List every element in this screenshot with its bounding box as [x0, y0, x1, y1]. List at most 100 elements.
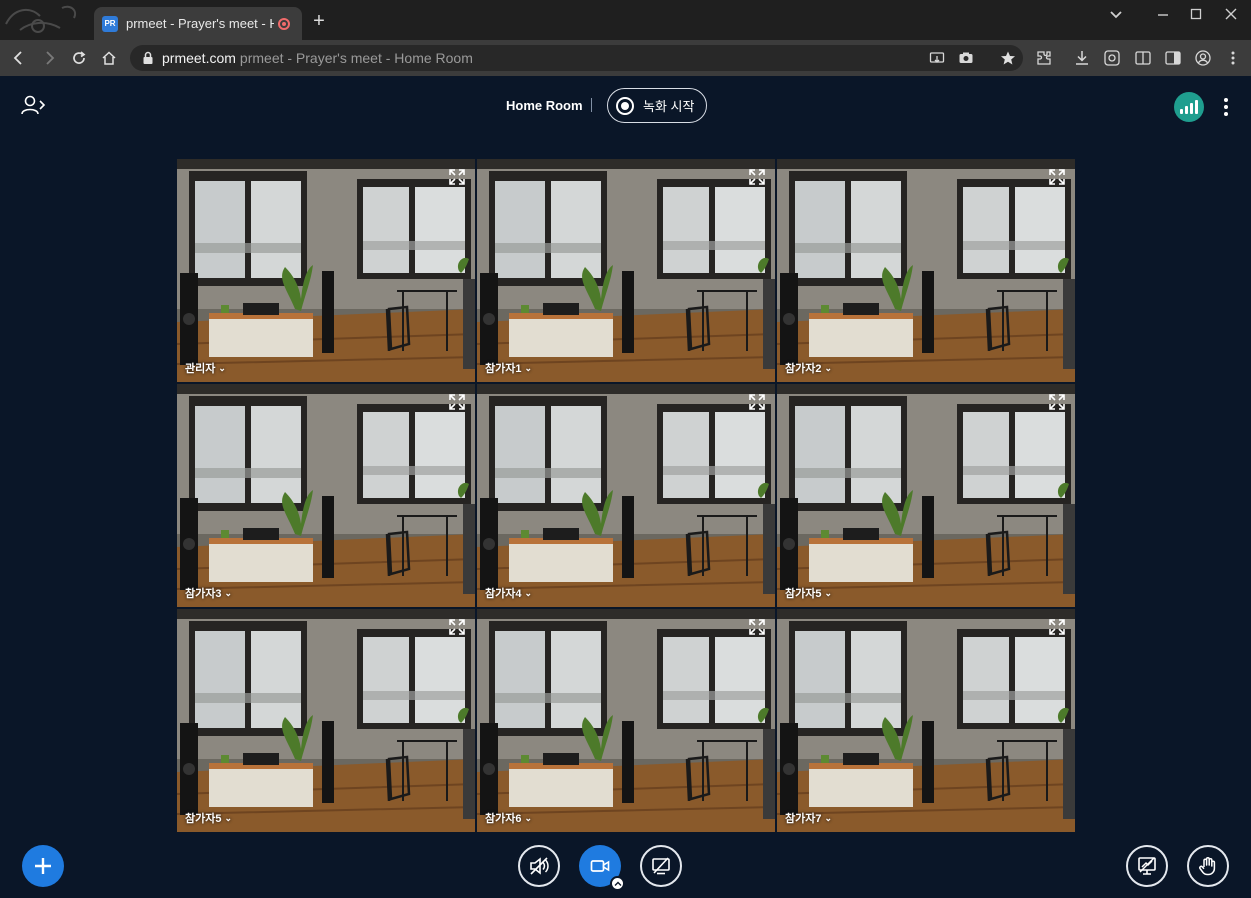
more-options-icon[interactable] [1220, 96, 1232, 118]
participant-name: 참가자5 [185, 813, 222, 825]
chevron-down-icon: ⌄ [824, 812, 833, 823]
fullscreen-icon[interactable] [1047, 167, 1067, 187]
participant-video [177, 384, 475, 607]
chevron-down-icon: ⌄ [224, 812, 233, 823]
participant-name: 참가자6 [485, 813, 522, 825]
participant-name: 참가자3 [185, 588, 222, 600]
fullscreen-icon[interactable] [447, 167, 467, 187]
bookmark-star-icon[interactable] [1000, 50, 1016, 66]
participant-name-dropdown[interactable]: 참가자3 ⌄ [185, 585, 232, 601]
url-page-title: prmeet - Prayer's meet - Home Room [239, 50, 473, 66]
participant-name: 참가자4 [485, 588, 522, 600]
tab-recording-icon [278, 17, 290, 30]
participant-name-dropdown[interactable]: 참가자6 ⌄ [485, 810, 532, 826]
title-divider [591, 98, 592, 112]
participant-name: 참가자5 [785, 588, 822, 600]
participants-toggle-icon[interactable] [20, 94, 46, 116]
room-title: Home Room [506, 98, 583, 113]
participant-name-dropdown[interactable]: 참가자5 ⌄ [185, 810, 232, 826]
side-panel-icon[interactable] [1164, 49, 1182, 67]
tab-strip-decoration [5, 5, 76, 33]
video-tile[interactable]: 참가자6 ⌄ [477, 609, 775, 832]
connection-quality-icon[interactable] [1174, 92, 1204, 122]
participant-video [477, 609, 775, 832]
video-tile[interactable]: 참가자5 ⌄ [177, 609, 475, 832]
extensions-icon[interactable] [1035, 49, 1053, 67]
participant-video [177, 609, 475, 832]
forward-icon[interactable] [38, 47, 60, 69]
participant-name: 참가자1 [485, 363, 522, 375]
participant-video [477, 384, 775, 607]
site-favicon: PR [102, 15, 118, 32]
video-tile[interactable]: 참가자7 ⌄ [777, 609, 1075, 832]
video-tile[interactable]: 관리자 ⌄ [177, 159, 475, 382]
raise-hand-icon [1199, 857, 1216, 876]
chevron-down-icon: ⌄ [524, 362, 533, 373]
video-tile[interactable]: 참가자1 ⌄ [477, 159, 775, 382]
video-tile[interactable]: 참가자3 ⌄ [177, 384, 475, 607]
participant-name: 참가자2 [785, 363, 822, 375]
presentation-icon [1138, 857, 1156, 875]
participant-name-dropdown[interactable]: 참가자2 ⌄ [785, 360, 832, 376]
screen-share-off-icon [652, 857, 670, 875]
address-bar[interactable]: prmeet.com prmeet - Prayer's meet - Home… [130, 45, 1023, 71]
chevron-down-icon: ⌄ [824, 587, 833, 598]
participant-name: 참가자7 [785, 813, 822, 825]
participant-name-dropdown[interactable]: 관리자 ⌄ [185, 360, 226, 376]
participant-video [477, 159, 775, 382]
lock-icon [143, 51, 153, 64]
fullscreen-icon[interactable] [747, 167, 767, 187]
reload-icon[interactable] [68, 47, 90, 69]
split-view-icon[interactable] [1134, 49, 1152, 67]
chevron-down-icon: ⌄ [824, 362, 833, 373]
back-icon[interactable] [8, 47, 30, 69]
new-tab-button[interactable]: + [308, 10, 330, 32]
screen-share-button[interactable] [640, 845, 682, 887]
fullscreen-icon[interactable] [1047, 617, 1067, 637]
tab-search-icon[interactable] [1101, 4, 1131, 24]
participant-name-dropdown[interactable]: 참가자7 ⌄ [785, 810, 832, 826]
minimize-icon[interactable] [1148, 4, 1178, 24]
chevron-down-icon: ⌄ [224, 587, 233, 598]
participant-name-dropdown[interactable]: 참가자4 ⌄ [485, 585, 532, 601]
fullscreen-icon[interactable] [1047, 392, 1067, 412]
participant-name-dropdown[interactable]: 참가자5 ⌄ [785, 585, 832, 601]
add-button[interactable] [22, 845, 64, 887]
raise-hand-button[interactable] [1187, 845, 1229, 887]
install-app-icon[interactable] [929, 50, 945, 66]
plus-icon [35, 858, 51, 874]
start-recording-label: 녹화 시작 [643, 99, 695, 114]
fullscreen-icon[interactable] [447, 617, 467, 637]
video-camera-icon [590, 860, 610, 872]
record-icon [616, 96, 634, 115]
video-tile[interactable]: 참가자4 ⌄ [477, 384, 775, 607]
speaker-off-icon [530, 857, 549, 875]
camera-button[interactable] [579, 845, 625, 891]
url-host: prmeet.com [162, 50, 236, 66]
start-recording-button[interactable]: 녹화 시작 [607, 88, 707, 123]
presentation-button[interactable] [1126, 845, 1168, 887]
speaker-mute-button[interactable] [518, 845, 560, 887]
camera-access-icon[interactable] [958, 50, 974, 66]
chevron-down-icon: ⌄ [524, 587, 533, 598]
video-tile[interactable]: 참가자5 ⌄ [777, 384, 1075, 607]
downloads-icon[interactable] [1073, 49, 1091, 67]
browser-menu-icon[interactable] [1224, 49, 1242, 67]
tab-title: prmeet - Prayer's meet - Hc [126, 16, 274, 31]
chevron-down-icon: ⌄ [218, 362, 226, 373]
screenshot-icon[interactable] [1103, 49, 1121, 67]
profile-icon[interactable] [1194, 49, 1212, 67]
fullscreen-icon[interactable] [747, 392, 767, 412]
camera-options-icon[interactable] [610, 876, 625, 891]
fullscreen-icon[interactable] [747, 617, 767, 637]
browser-tab[interactable]: PR prmeet - Prayer's meet - Hc [94, 7, 302, 40]
maximize-icon[interactable] [1181, 4, 1211, 24]
browser-toolbar: prmeet.com prmeet - Prayer's meet - Home… [0, 40, 1251, 76]
fullscreen-icon[interactable] [447, 392, 467, 412]
meeting-app: Home Room 녹화 시작 관리자 ⌄ 참가자1 ⌄ 참가자2 ⌄ 참가자3… [0, 76, 1251, 898]
chevron-down-icon: ⌄ [524, 812, 533, 823]
close-window-icon[interactable] [1216, 4, 1246, 24]
home-icon[interactable] [98, 47, 120, 69]
video-tile[interactable]: 참가자2 ⌄ [777, 159, 1075, 382]
participant-name-dropdown[interactable]: 참가자1 ⌄ [485, 360, 532, 376]
